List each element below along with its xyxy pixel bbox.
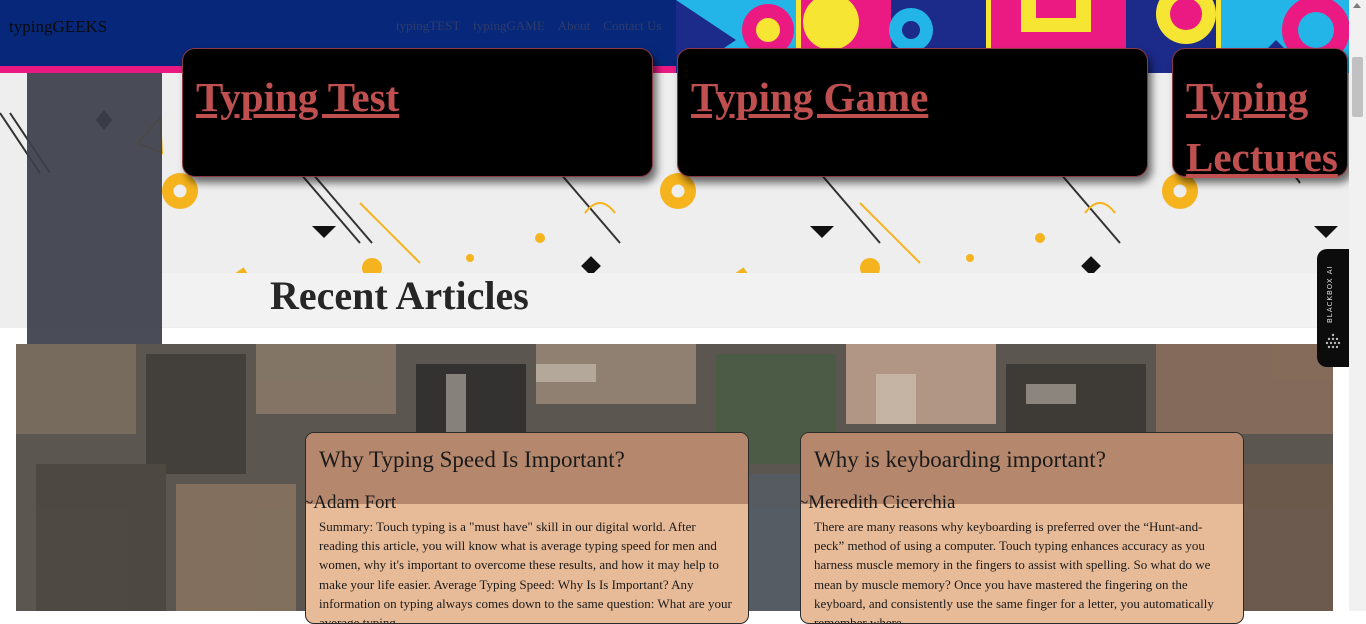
article-title[interactable]: Why is keyboarding important? <box>814 447 1106 473</box>
article-summary: There are many reasons why keyboarding i… <box>814 519 1214 624</box>
article-author: ~Adam Fort <box>305 492 397 513</box>
typing-game-link[interactable]: Typing Game <box>691 67 1147 127</box>
brand-logo[interactable]: typingGEEKS <box>9 17 107 37</box>
recent-articles-heading: Recent Articles <box>270 273 529 318</box>
article-title[interactable]: Why Typing Speed Is Important? <box>319 447 625 473</box>
nav-links: typingTEST typingGAME About Contact Us <box>396 18 661 34</box>
card-typing-lectures[interactable]: Typing Lectures <box>1172 48 1348 180</box>
typing-lectures-link[interactable]: Typing Lectures <box>1186 67 1347 187</box>
typing-test-link[interactable]: Typing Test <box>196 67 652 127</box>
article-author: ~Meredith Cicerchia <box>800 492 956 513</box>
article-card-keyboarding[interactable]: Why is keyboarding important? ~Meredith … <box>800 432 1244 624</box>
blackbox-logo-icon <box>1325 333 1341 349</box>
article-card-typing-speed[interactable]: Why Typing Speed Is Important? ~Adam For… <box>305 432 749 624</box>
nav-link-typing-game[interactable]: typingGAME <box>473 18 545 34</box>
card-typing-game[interactable]: Typing Game <box>677 48 1148 177</box>
blackbox-ai-tab[interactable]: BLACKBOX AI <box>1317 249 1349 367</box>
nav-link-typing-test[interactable]: typingTEST <box>396 18 460 34</box>
nav-link-contact[interactable]: Contact Us <box>603 18 661 34</box>
scroll-up-arrow-icon[interactable] <box>1353 3 1361 8</box>
nav-link-about[interactable]: About <box>558 18 591 34</box>
scrollbar-thumb[interactable] <box>1352 57 1363 117</box>
card-typing-test[interactable]: Typing Test <box>182 48 653 177</box>
article-summary: Summary: Touch typing is a "must have" s… <box>319 519 732 624</box>
blackbox-ai-label: BLACKBOX AI <box>1326 265 1334 323</box>
page-scrollbar[interactable] <box>1349 0 1366 611</box>
